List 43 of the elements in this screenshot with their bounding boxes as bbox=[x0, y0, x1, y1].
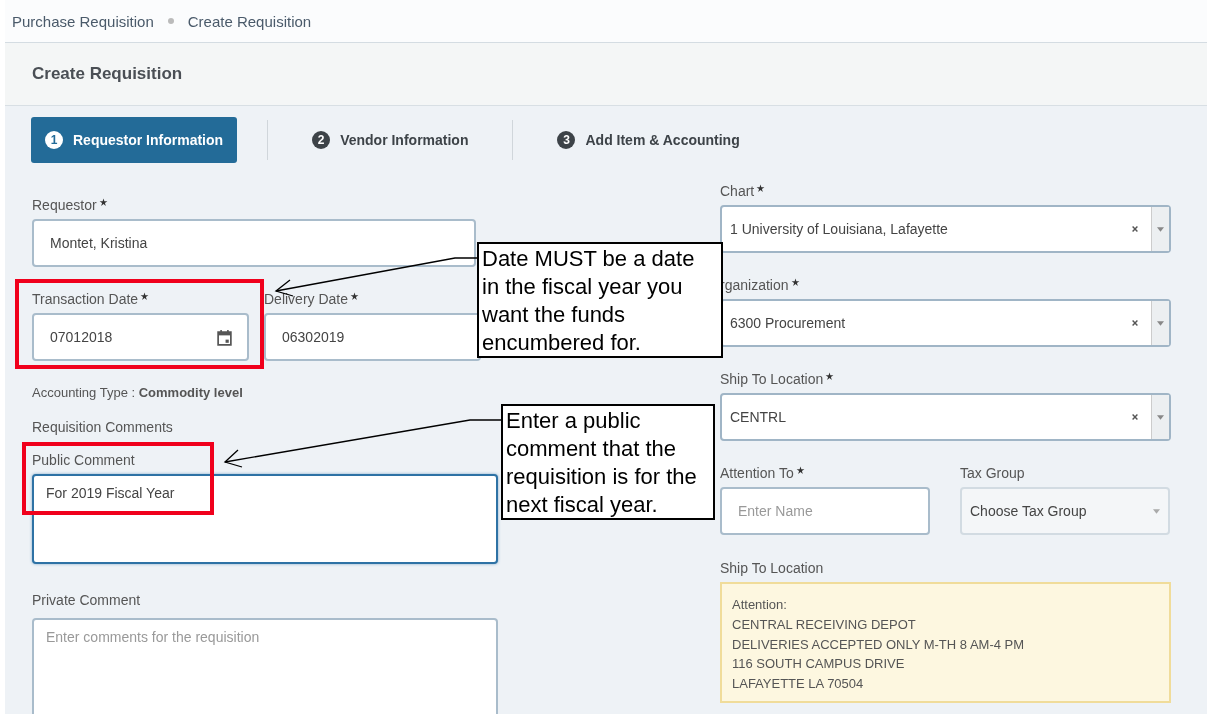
field-label: Ship To Location bbox=[720, 371, 824, 387]
step-tab[interactable]: 3 Add Item & Accounting bbox=[543, 117, 754, 163]
calendar-icon[interactable] bbox=[216, 328, 233, 346]
date-field[interactable]: 07012018 bbox=[32, 313, 249, 361]
clear-icon[interactable] bbox=[1131, 225, 1139, 233]
address-line: 116 SOUTH CAMPUS DRIVE bbox=[732, 655, 906, 674]
field-label: Public Comment bbox=[32, 452, 135, 468]
select-field[interactable]: 6300 Procurement bbox=[720, 299, 1171, 347]
clear-icon[interactable] bbox=[1131, 319, 1139, 327]
breadcrumb-link[interactable]: Purchase Requisition bbox=[12, 12, 154, 30]
caret-icon bbox=[1153, 508, 1160, 514]
requestor-field[interactable]: Montet, Kristina bbox=[32, 219, 476, 267]
field-label: Chart bbox=[720, 183, 755, 199]
breadcrumb-current: Create Requisition bbox=[187, 12, 312, 30]
address-line: CENTRAL RECEIVING DEPOT bbox=[732, 615, 917, 634]
field-label: Private Comment bbox=[32, 592, 141, 608]
caret-icon bbox=[1157, 226, 1164, 232]
step-tab[interactable]: 1 Requestor Information bbox=[31, 117, 238, 163]
section-heading: Requisition Comments bbox=[32, 419, 173, 435]
page-title: Create Requisition bbox=[32, 64, 183, 84]
caret-icon bbox=[1157, 320, 1164, 326]
accounting-type-text: Accounting Type : Commodity level bbox=[32, 385, 243, 400]
attention-to-field[interactable]: Enter Name bbox=[720, 487, 930, 535]
field-label: Requestor bbox=[32, 197, 97, 213]
field-label: Transaction Date bbox=[32, 291, 139, 307]
field-label: Attention To bbox=[720, 465, 794, 481]
annotation-tooltip: Date MUST be a date in the fiscal year you want the funds encumbered for. bbox=[477, 242, 723, 358]
field-label: Tax Group bbox=[960, 465, 1025, 481]
field-label: Ship To Location bbox=[720, 560, 824, 576]
field-label: rganization bbox=[720, 277, 789, 293]
address-line: Attention: bbox=[732, 596, 788, 614]
address-line: LAFAYETTE LA 70504 bbox=[732, 675, 865, 694]
step-tab[interactable]: 2 Vendor Information bbox=[298, 117, 483, 163]
public-comment-field[interactable]: For 2019 Fiscal Year bbox=[32, 474, 498, 564]
address-line: DELIVERIES ACCEPTED ONLY M-TH 8 AM-4 PM bbox=[732, 635, 1026, 654]
select-field[interactable]: 1 University of Louisiana, Lafayette bbox=[720, 205, 1171, 253]
caret-icon bbox=[1157, 414, 1164, 420]
annotation-tooltip: Enter a public comment that the requisition is for the next fiscal year. bbox=[501, 404, 715, 520]
clear-icon[interactable] bbox=[1131, 413, 1139, 421]
select-field[interactable]: CENTRL bbox=[720, 393, 1171, 441]
field-label: Delivery Date bbox=[264, 291, 349, 307]
date-field[interactable]: 06302019 bbox=[264, 313, 481, 361]
breadcrumb-separator-icon bbox=[167, 18, 174, 24]
